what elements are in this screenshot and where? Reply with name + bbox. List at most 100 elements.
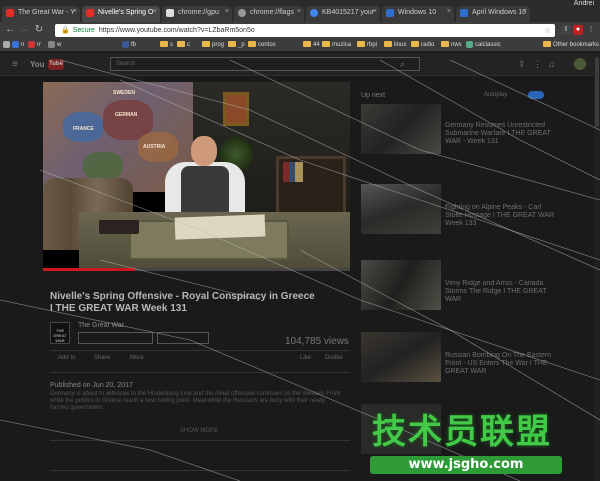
youtube-icon [86,9,94,17]
page-icon [166,9,174,17]
divider [50,440,350,441]
tab-windows-10[interactable]: Windows 10 × [382,6,454,22]
more-button[interactable]: More [130,355,144,361]
video-thumbnail[interactable] [361,184,441,234]
avatar[interactable] [574,58,586,70]
bookmark-prog[interactable]: prog [202,41,224,50]
video-progress-bar[interactable] [43,268,350,271]
tab-chrome-gpu[interactable]: chrome://gpu × [162,6,232,22]
other-bookmarks[interactable]: Other bookmarks [543,41,599,50]
reload-icon[interactable]: ↻ [33,24,45,36]
hamburger-menu-icon[interactable]: ≡ [12,59,18,70]
bookmark-rbpi[interactable]: rbpi [357,41,377,50]
recommendation-item[interactable]: Vimy Ridge and Arras - Canada Storms The… [361,260,561,318]
bookmark-rr[interactable]: rr [28,41,41,50]
close-icon[interactable]: × [153,8,157,15]
youtube-icon [6,9,14,17]
video-thumbnail[interactable] [361,332,441,382]
tab-great-war[interactable]: The Great War - Y × [2,6,80,22]
video-player[interactable]: FRANCE GERMAN SWEDEN AUSTRIA [43,82,350,268]
notifications-bell-icon[interactable]: ♫ [548,59,555,69]
menu-icon[interactable]: ⋮ [586,25,596,35]
tab-label: The Great War - Y [18,9,75,16]
extension-icon[interactable]: ● [573,25,583,35]
tab-chrome-flags[interactable]: chrome://flags × [234,6,304,22]
recommendation-title[interactable]: Russian Bombing On The Eastern Front - U… [445,352,560,376]
profile-name[interactable]: Andrei [574,0,594,7]
tab-nivelle[interactable]: Nivelle's Spring O × [82,6,160,22]
recommendation-item[interactable]: Germany Resumes Unrestricted Submarine W… [361,104,561,162]
video-thumbnail[interactable] [361,260,441,310]
apps-grid-icon[interactable]: ⋮ [533,59,542,70]
video-actions: Add to Share More Like Dislike [50,355,360,367]
recommendation-item[interactable]: Fighting on Alpine Peaks - Carl Stolte H… [361,184,561,242]
tab-label: chrome://flags [250,9,294,16]
search-input[interactable]: Search [110,57,420,71]
close-icon[interactable]: × [225,8,229,15]
bookmark-calclassic[interactable]: calclassic [466,41,501,50]
recommendation-title[interactable]: Vimy Ridge and Arras - Canada Storms The… [445,280,560,304]
bookmark-p[interactable]: _p [228,41,245,50]
video-description: Germany is about to withdraw to the Hind… [50,391,341,411]
presenter-head [191,136,217,166]
bookmark-nws[interactable]: nws [441,41,462,50]
subscribe-button[interactable] [78,332,153,344]
divider [50,470,350,471]
page-scrollbar[interactable] [594,53,600,481]
tab-label: chrome://gpu [178,9,219,16]
close-icon[interactable]: × [297,8,301,15]
channel-avatar[interactable]: THE GREAT WAR [50,322,70,344]
progress-fill [43,268,136,271]
tab-kb4015217[interactable]: KB4015217 your × [306,6,380,22]
add-to-button[interactable]: Add to [58,355,75,361]
like-button[interactable]: Like [300,355,311,361]
bookmark-n[interactable]: n [12,41,24,50]
share-button[interactable]: Share [94,355,110,361]
bookmark-radio[interactable]: radio [411,41,434,50]
logo-tube: Tube [48,59,64,70]
autoplay-toggle[interactable] [528,91,544,99]
youtube-logo[interactable]: You Tube [30,58,66,71]
show-more-button[interactable]: SHOW MORE [180,428,218,434]
back-icon[interactable]: ← [4,24,16,36]
close-icon[interactable]: × [373,8,377,15]
bookmark-linux[interactable]: linux [384,41,406,50]
book [99,220,139,234]
browser-tab-bar: The Great War - Y × Nivelle's Spring O ×… [0,0,600,22]
windows-icon [460,9,468,17]
bookmark-muzica[interactable]: muzica [322,41,351,50]
channel-name[interactable]: The Great War [78,322,124,329]
tab-april-windows[interactable]: April Windows 10 × [456,6,530,22]
video-title: Nivelle's Spring Offensive - Royal Consp… [50,291,315,314]
close-icon[interactable]: × [447,8,451,15]
bookmark-w[interactable]: w [48,41,61,50]
bookmark-fb[interactable]: fb [122,41,136,50]
recommendation-item[interactable]: Russian Bombing On The Eastern Front - U… [361,332,561,390]
search-icon[interactable]: ⌕ [400,59,405,70]
bookmark-c[interactable]: c [177,41,190,50]
up-next-heading: Up next [361,92,386,99]
forward-icon[interactable]: → [18,24,30,36]
apps-icon[interactable] [3,41,12,50]
bookmark-s[interactable]: s [160,41,173,50]
extension-icon[interactable]: I [561,25,571,35]
upload-icon[interactable]: ⇪ [518,59,526,70]
books [283,162,303,182]
divider [50,350,350,351]
recommendation-title[interactable]: Germany Resumes Unrestricted Submarine W… [445,122,560,146]
video-thumbnail[interactable] [361,104,441,154]
bookmark-centos[interactable]: centos [248,41,276,50]
tab-label: April Windows 10 [472,9,527,16]
close-icon[interactable]: × [523,8,527,15]
bookmark-star-icon[interactable]: ☆ [544,24,551,37]
autoplay-label: Autoplay [484,92,508,98]
scrollbar-thumb[interactable] [595,57,599,127]
map-paper [174,214,266,240]
dislike-button[interactable]: Dislike [325,355,343,361]
recommendation-title[interactable]: Fighting on Alpine Peaks - Carl Stolte H… [445,204,560,228]
flags-icon [238,9,246,17]
close-icon[interactable]: × [73,8,77,15]
bookmark-44[interactable]: 44 [303,41,320,50]
address-bar[interactable]: 🔒 Secure https://www.youtube.com/watch?v=L… [55,24,555,37]
windows-icon [386,9,394,17]
